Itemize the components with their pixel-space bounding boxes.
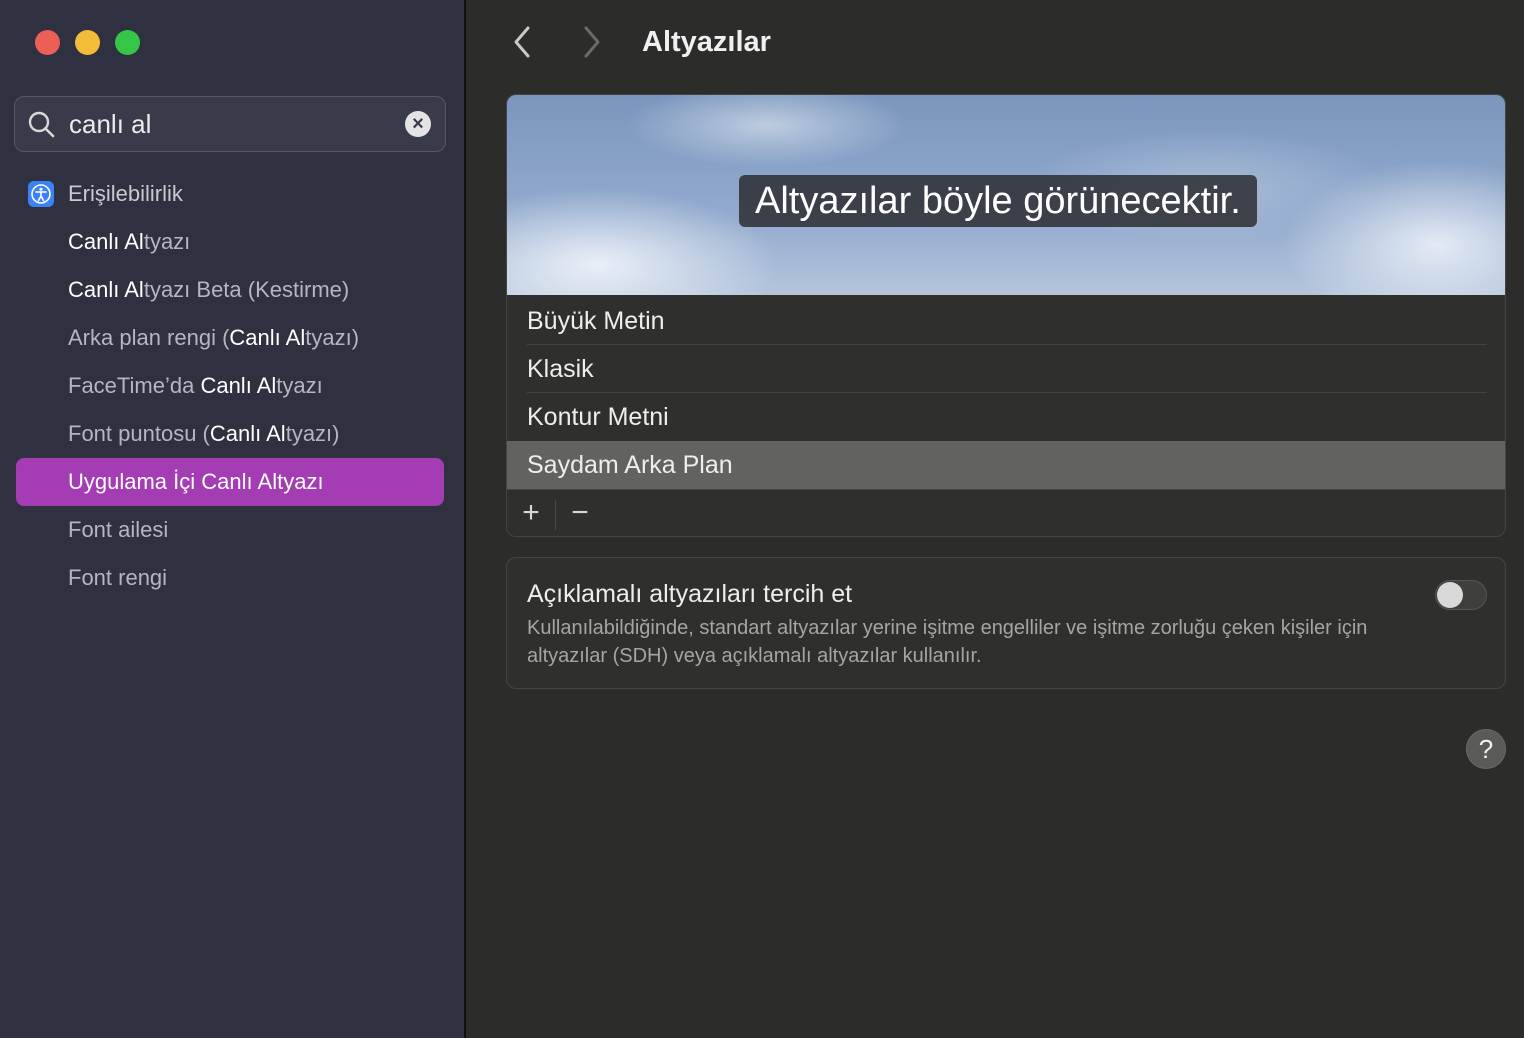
style-list-item[interactable]: Kontur Metni	[507, 393, 1505, 441]
sidebar-item-result[interactable]: Uygulama İçi Canlı Altyazı	[16, 458, 444, 506]
sidebar-item-label: Canlı Altyazı	[68, 218, 190, 266]
page-title: Altyazılar	[642, 26, 771, 58]
match-highlight: Canlı Al	[200, 373, 277, 398]
sidebar-item-result[interactable]: Canlı Altyazı	[16, 218, 444, 266]
style-label: Saydam Arka Plan	[527, 451, 733, 479]
label-text: tyazı Beta (Kestirme)	[143, 277, 350, 302]
style-label: Klasik	[527, 355, 594, 383]
match-highlight: Canlı Al	[68, 277, 144, 302]
style-list-item[interactable]: Büyük Metin	[507, 297, 1505, 345]
label-text: Arka plan rengi (	[68, 325, 230, 350]
label-text: Font rengi	[68, 565, 168, 590]
match-highlight: Canlı Al	[68, 229, 144, 254]
sidebar-item-label: Arka plan rengi (Canlı Altyazı)	[68, 314, 359, 362]
style-list-item[interactable]: Klasik	[507, 345, 1505, 393]
toggle-knob	[1437, 582, 1463, 608]
sidebar: canlı al × Erişilebilirlik Canlı Altyazı…	[0, 0, 464, 1038]
caption-preview: Altyazılar böyle görünecektir.	[507, 95, 1505, 295]
style-list-item[interactable]: Saydam Arka Plan	[507, 441, 1505, 489]
style-label: Kontur Metni	[527, 403, 669, 431]
label-text: Uygulama İçi	[68, 469, 202, 494]
sidebar-item-label: Canlı Altyazı Beta (Kestirme)	[68, 266, 349, 314]
sidebar-item-label: Uygulama İçi Canlı Altyazı	[68, 458, 324, 506]
style-label: Büyük Metin	[527, 307, 665, 335]
sidebar-item-result[interactable]: Arka plan rengi (Canlı Altyazı)	[16, 314, 444, 362]
sidebar-item-accessibility[interactable]: Erişilebilirlik	[16, 170, 444, 218]
sidebar-item-result[interactable]: Font puntosu (Canlı Altyazı)	[16, 410, 444, 458]
label-text: FaceTime’da	[68, 373, 201, 398]
remove-style-button[interactable]: −	[556, 490, 604, 536]
sdh-setting-title: Açıklamalı altyazıları tercih et	[527, 580, 853, 608]
help-button[interactable]: ?	[1466, 729, 1506, 769]
label-text: tyazı	[277, 469, 324, 494]
sidebar-header-label: Erişilebilirlik	[68, 181, 183, 206]
label-text: tyazı	[276, 373, 323, 398]
style-actions-bar: + −	[507, 489, 1505, 536]
caption-style-panel: Altyazılar böyle görünecektir. Büyük Met…	[506, 94, 1506, 537]
match-highlight: Canlı Al	[201, 469, 278, 494]
accessibility-icon	[28, 181, 54, 207]
search-icon	[28, 111, 55, 138]
match-highlight: Canlı Al	[209, 421, 286, 446]
sidebar-item-label: FaceTime’da Canlı Altyazı	[68, 362, 323, 410]
sdh-setting-card: Açıklamalı altyazıları tercih et Kullanı…	[506, 557, 1506, 689]
sidebar-item-result[interactable]: FaceTime’da Canlı Altyazı	[16, 362, 444, 410]
label-text: tyazı	[143, 229, 191, 254]
search-field[interactable]: canlı al ×	[14, 96, 446, 152]
clear-search-icon[interactable]: ×	[405, 111, 431, 137]
forward-chevron-icon[interactable]	[580, 24, 604, 60]
sidebar-item-label: Font ailesi	[68, 506, 168, 554]
sdh-toggle[interactable]	[1435, 580, 1487, 610]
add-style-button[interactable]: +	[507, 490, 555, 536]
back-chevron-icon[interactable]	[510, 24, 534, 60]
label-text: tyazı)	[305, 325, 360, 350]
sidebar-item-result[interactable]: Font rengi	[16, 554, 444, 602]
close-window-button[interactable]	[35, 30, 60, 55]
zoom-window-button[interactable]	[115, 30, 140, 55]
match-highlight: Canlı Al	[229, 325, 306, 350]
sidebar-item-result[interactable]: Canlı Altyazı Beta (Kestirme)	[16, 266, 444, 314]
minimize-window-button[interactable]	[75, 30, 100, 55]
label-text: Font puntosu (	[68, 421, 210, 446]
caption-preview-text: Altyazılar böyle görünecektir.	[739, 175, 1257, 227]
main-pane: Altyazılar Altyazılar böyle görünecektir…	[466, 0, 1524, 1038]
sidebar-item-label: Font rengi	[68, 554, 167, 602]
label-text: tyazı)	[285, 421, 340, 446]
search-input[interactable]: canlı al	[69, 109, 151, 139]
sdh-setting-description: Kullanılabildiğinde, standart altyazılar…	[527, 617, 1368, 667]
sidebar-item-label: Font puntosu (Canlı Altyazı)	[68, 410, 340, 458]
sidebar-item-result[interactable]: Font ailesi	[16, 506, 444, 554]
label-text: Font ailesi	[68, 517, 169, 542]
